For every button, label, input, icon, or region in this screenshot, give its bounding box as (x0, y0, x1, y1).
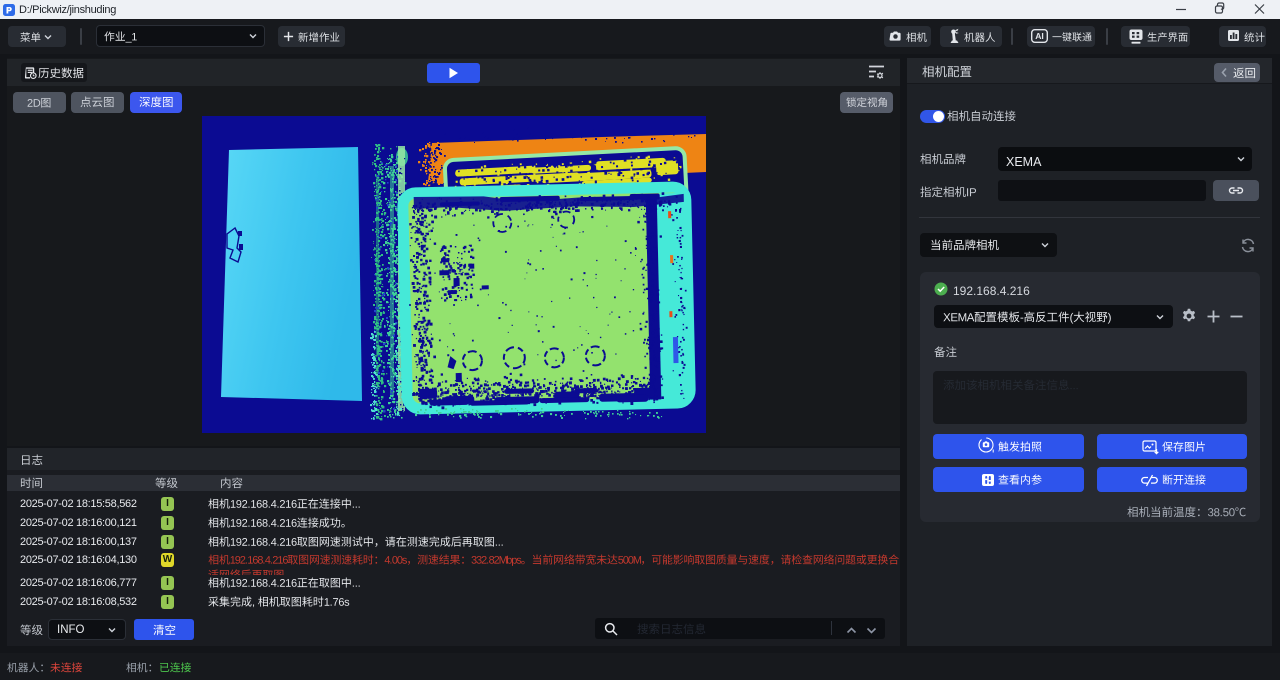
svg-text:AI: AI (1035, 31, 1044, 41)
